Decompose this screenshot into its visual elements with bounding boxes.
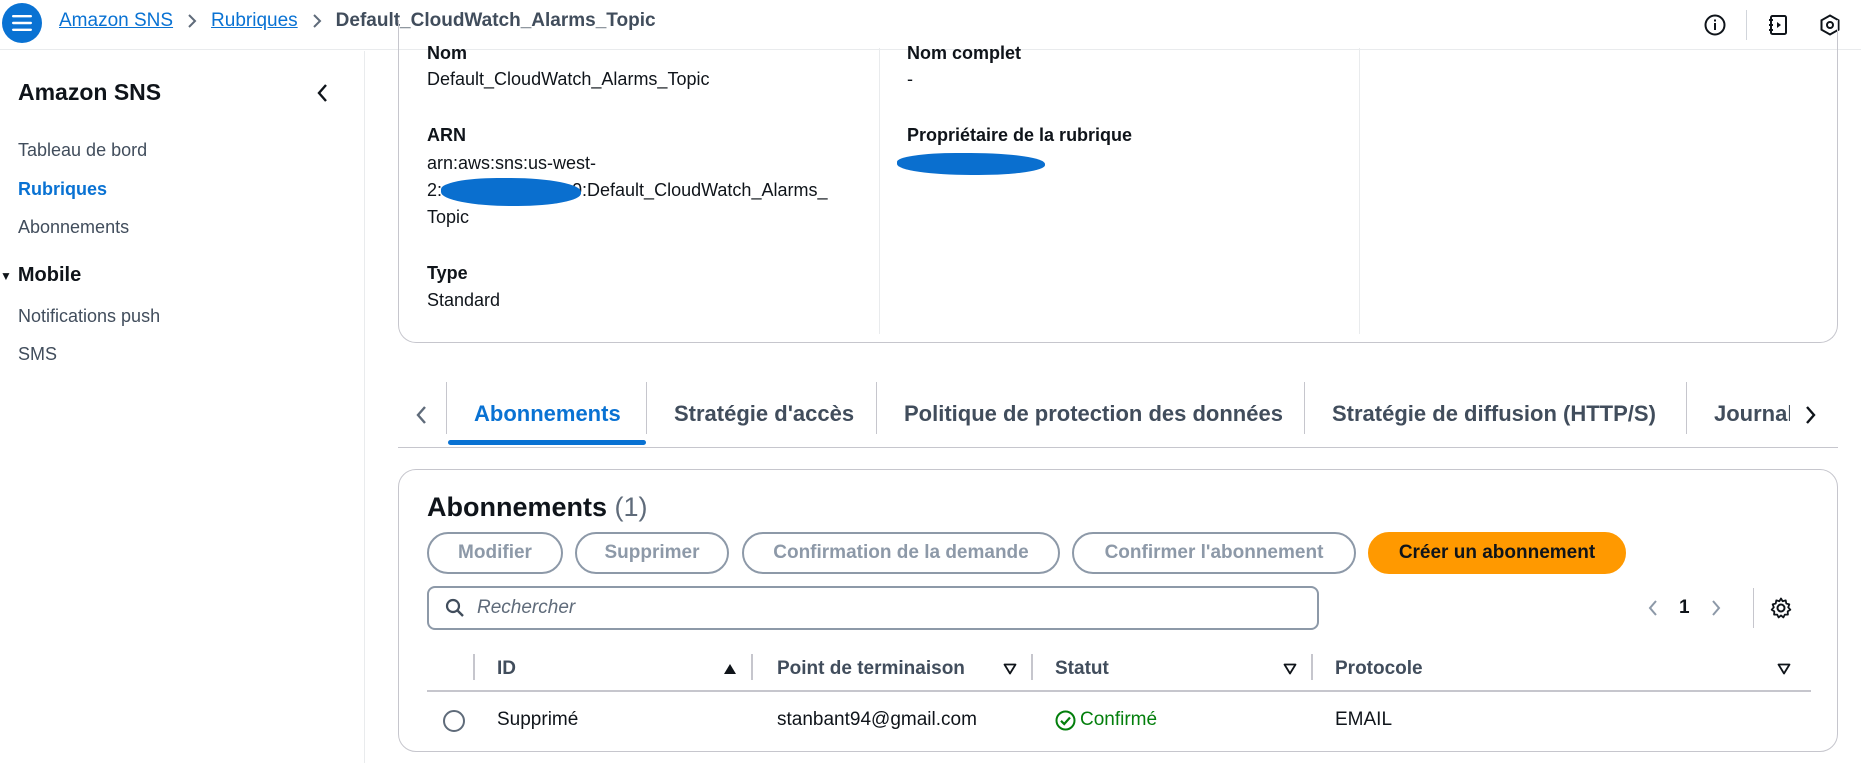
chevron-right-icon[interactable] <box>1702 594 1730 622</box>
tab-logging[interactable]: Journal <box>1714 394 1790 434</box>
column-divider <box>879 48 880 334</box>
cell-endpoint: stanbant94@gmail.com <box>777 709 977 730</box>
column-divider <box>1311 654 1313 680</box>
pager-divider <box>1753 588 1754 628</box>
column-divider <box>751 654 753 680</box>
arn-label: ARN <box>427 125 466 145</box>
owner-label: Propriétaire de la rubrique <box>907 125 1133 145</box>
cell-id: Supprimé <box>497 709 579 730</box>
menu-icon[interactable] <box>2 3 42 43</box>
status-text: Confirmé <box>1080 709 1158 730</box>
column-header-status[interactable]: Statut <box>1055 658 1109 680</box>
tab-subscriptions[interactable]: Abonnements <box>474 394 621 434</box>
chevron-left-icon[interactable] <box>1639 594 1667 622</box>
fullname-value: - <box>907 69 913 89</box>
table-row: Supprimé stanbant94@gmail.com Confirmé E… <box>427 694 1811 746</box>
tab-separator <box>646 382 647 434</box>
sidebar: Amazon SNS Tableau de bord Rubriques Abo… <box>0 51 365 763</box>
tab-separator <box>446 382 447 434</box>
column-header-endpoint[interactable]: Point de terminaison <box>777 658 965 680</box>
arn-prefix: 2: <box>427 180 443 200</box>
tab-bar: Abonnements Stratégie d'accès Politique … <box>398 380 1838 448</box>
redaction-mark <box>897 153 1045 175</box>
sidebar-item-dashboard[interactable]: Tableau de bord <box>18 140 147 161</box>
column-header-id[interactable]: ID <box>497 658 516 680</box>
tab-separator <box>1686 382 1687 434</box>
name-label: Nom <box>427 43 467 63</box>
page-number[interactable]: 1 <box>1679 597 1690 619</box>
cell-status: Confirmé <box>1055 709 1157 731</box>
delete-button[interactable]: Supprimer <box>575 532 729 574</box>
sidebar-item-subscriptions[interactable]: Abonnements <box>18 217 129 238</box>
active-tab-indicator <box>448 440 646 445</box>
tab-access-policy[interactable]: Stratégie d'accès <box>674 394 854 434</box>
check-circle-icon <box>1055 710 1076 730</box>
sort-icon[interactable] <box>1775 660 1793 678</box>
subscriptions-count: (1) <box>614 492 648 522</box>
arn-suffix: 0:Default_CloudWatch_Alarms_ <box>572 180 828 200</box>
chevron-right-icon <box>187 13 197 29</box>
type-label: Type <box>427 263 468 283</box>
column-divider <box>473 654 475 680</box>
sidebar-item-sms[interactable]: SMS <box>18 344 57 365</box>
subscriptions-title: Abonnements <box>427 492 608 522</box>
subscriptions-heading: Abonnements (1) <box>427 492 648 523</box>
sidebar-item-topics[interactable]: Rubriques <box>18 179 107 200</box>
redaction-mark <box>441 178 581 206</box>
sort-ascending-icon[interactable] <box>721 660 739 678</box>
search-input[interactable] <box>477 597 1297 619</box>
edit-button[interactable]: Modifier <box>427 532 563 574</box>
arn-value-line1: arn:aws:sns:us-west- <box>427 153 597 173</box>
arn-value-line3: Topic <box>427 207 470 227</box>
tab-separator <box>1304 382 1305 434</box>
subscriptions-card: Abonnements (1) Modifier Supprimer Confi… <box>398 469 1838 752</box>
request-confirmation-button[interactable]: Confirmation de la demande <box>742 532 1060 574</box>
column-divider <box>1031 654 1033 680</box>
search-icon <box>443 596 467 620</box>
create-subscription-button[interactable]: Créer un abonnement <box>1368 532 1626 574</box>
chevron-left-icon[interactable] <box>408 402 434 428</box>
topic-details-card: Nom Default_CloudWatch_Alarms_Topic ARN … <box>398 20 1838 343</box>
sidebar-title: Amazon SNS <box>18 79 162 105</box>
column-header-protocol[interactable]: Protocole <box>1335 658 1423 680</box>
row-select-radio[interactable] <box>443 710 465 732</box>
chevron-right-icon[interactable] <box>1798 402 1824 428</box>
chevron-right-icon <box>312 13 322 29</box>
type-value: Standard <box>427 290 501 310</box>
sidebar-item-push-notifications[interactable]: Notifications push <box>18 306 160 327</box>
sidebar-section-label: Mobile <box>17 264 82 286</box>
confirm-subscription-button[interactable]: Confirmer l'abonnement <box>1072 532 1356 574</box>
name-value: Default_CloudWatch_Alarms_Topic <box>427 69 710 89</box>
column-divider <box>1359 48 1360 334</box>
sidebar-section-mobile[interactable]: ▼ Mobile <box>0 264 81 287</box>
search-box <box>427 586 1319 630</box>
pagination: 1 <box>1639 594 1730 622</box>
tab-delivery-policy[interactable]: Stratégie de diffusion (HTTP/S) <box>1332 394 1656 434</box>
sort-icon[interactable] <box>1281 660 1299 678</box>
tab-separator <box>876 382 877 434</box>
caret-down-icon: ▼ <box>0 268 12 283</box>
cell-protocol: EMAIL <box>1335 709 1393 730</box>
sort-icon[interactable] <box>1001 660 1019 678</box>
tab-data-protection-policy[interactable]: Politique de protection des données <box>904 394 1283 434</box>
fullname-label: Nom complet <box>907 43 1022 63</box>
breadcrumb-link-rubriques[interactable]: Rubriques <box>211 10 298 32</box>
chevron-left-icon[interactable] <box>310 81 334 105</box>
breadcrumb-link-amazon-sns[interactable]: Amazon SNS <box>59 10 173 32</box>
gear-icon[interactable] <box>1767 594 1795 622</box>
table-header: ID Point de terminaison Statut Protocole <box>427 646 1811 692</box>
